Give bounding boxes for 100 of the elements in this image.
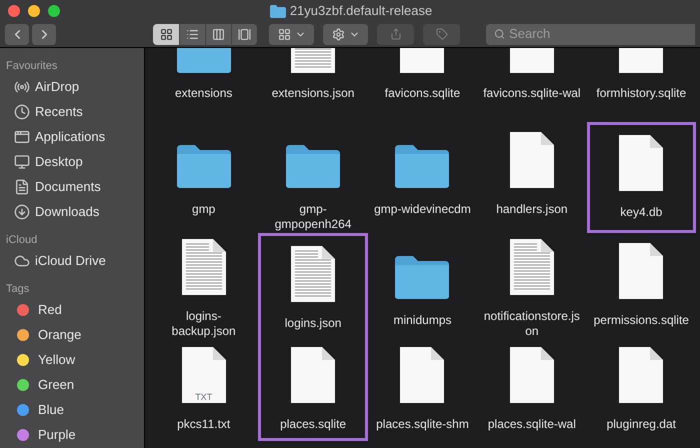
back-button[interactable]: [5, 24, 29, 44]
file-item[interactable]: minidumps: [368, 233, 478, 337]
document-icon: [180, 346, 227, 404]
file-item[interactable]: places.sqlite-shm: [368, 337, 478, 441]
file-name: notificationstore.json: [482, 309, 581, 339]
column-view-button[interactable]: [205, 24, 231, 44]
sidebar-item[interactable]: AirDrop: [6, 74, 138, 99]
grid-icon: [160, 28, 172, 40]
app-window-icon: [14, 128, 30, 144]
file-item[interactable]: key4.db: [586, 122, 696, 233]
forward-button[interactable]: [32, 24, 56, 44]
folder-icon: [393, 254, 452, 300]
sidebar-tag[interactable]: Yellow: [6, 347, 138, 372]
file-name: extensions: [174, 86, 234, 101]
broadcast-icon: [14, 78, 30, 94]
icon-view-button[interactable]: [153, 24, 179, 44]
file-name: logins.json: [284, 316, 342, 331]
file-item[interactable]: places.sqlite-wal: [477, 337, 587, 441]
sidebar-tag[interactable]: Red: [6, 297, 138, 322]
grid-icon: [278, 28, 290, 40]
file-item[interactable]: notificationstore.json: [477, 233, 587, 337]
sidebar-item[interactable]: Applications: [6, 124, 138, 149]
file-name: gmp-widevinecdm: [373, 202, 472, 217]
sidebar-section-title: iCloud: [6, 233, 38, 248]
document-icon: [618, 346, 664, 404]
file-item[interactable]: TXT pkcs11.txt: [149, 337, 258, 441]
cloud-icon: [14, 252, 30, 268]
search-icon: [494, 28, 506, 40]
document-icon: [14, 178, 30, 194]
text-document-icon: [508, 238, 555, 296]
file-item[interactable]: handlers.json: [477, 122, 587, 233]
file-name: permissions.sqlite: [592, 313, 690, 328]
clock-icon: [14, 104, 30, 120]
group-button[interactable]: [269, 24, 314, 44]
text-document-icon: [290, 245, 336, 303]
sidebar-item[interactable]: Downloads: [6, 199, 138, 224]
file-item[interactable]: gmp-widevinecdm: [368, 122, 478, 233]
sidebar-tag[interactable]: Blue: [6, 397, 138, 422]
folder-icon: [284, 143, 342, 189]
sidebar-tag[interactable]: Purple: [6, 422, 138, 447]
text-document-icon: [180, 238, 227, 296]
sidebar-tag[interactable]: Green: [6, 372, 138, 397]
file-item[interactable]: permissions.sqlite: [586, 233, 696, 337]
action-button[interactable]: [323, 24, 368, 44]
gear-icon: [332, 28, 344, 40]
sidebar-item[interactable]: Documents: [6, 174, 138, 199]
document-icon: [508, 131, 555, 189]
close-button[interactable]: [8, 5, 20, 17]
file-name: logins-backup.json: [170, 309, 237, 339]
window-title: 21yu3zbf.default-release: [290, 2, 432, 20]
search-field[interactable]: Search: [486, 24, 695, 44]
file-item[interactable]: favicons.sqlite-wal: [477, 48, 587, 122]
gallery-icon: [238, 28, 251, 40]
sidebar-section-title: Tags: [6, 282, 30, 297]
file-item[interactable]: extensions: [149, 48, 258, 122]
file-name: places.sqlite: [279, 417, 348, 432]
tag-button[interactable]: [423, 24, 460, 44]
sidebar-item[interactable]: Desktop: [6, 149, 138, 174]
file-name: formhistory.sqlite: [595, 86, 688, 101]
zoom-button[interactable]: [48, 5, 60, 17]
document-icon: [618, 134, 664, 192]
file-item[interactable]: formhistory.sqlite: [586, 48, 696, 122]
file-name: pluginreg.dat: [606, 417, 677, 432]
minimize-button[interactable]: [28, 5, 40, 17]
file-name: places.sqlite-wal: [486, 417, 577, 432]
list-view-button[interactable]: [179, 24, 205, 44]
file-item[interactable]: pluginreg.dat: [586, 337, 696, 441]
share-button[interactable]: [377, 24, 414, 44]
folder-icon: [174, 143, 233, 189]
file-item[interactable]: gmp-gmpopenh264: [258, 122, 368, 233]
sidebar-item[interactable]: iCloud Drive: [6, 248, 138, 273]
tag-icon: [436, 28, 448, 40]
document-icon: [290, 346, 336, 404]
file-item[interactable]: logins.json: [258, 233, 368, 337]
file-name: key4.db: [619, 205, 664, 220]
file-name: handlers.json: [495, 202, 569, 217]
list-icon: [186, 28, 199, 40]
document-icon: [618, 242, 664, 300]
document-icon: [508, 346, 555, 404]
share-icon: [390, 28, 402, 40]
search-input[interactable]: Search: [509, 24, 687, 44]
folder-icon: [393, 143, 452, 189]
file-name: pkcs11.txt: [176, 417, 232, 432]
file-name: gmp-gmpopenh264: [274, 202, 352, 232]
sidebar-section-title: Favourites: [6, 59, 58, 74]
file-name: favicons.sqlite-wal: [482, 86, 581, 101]
folder-icon: [270, 4, 286, 18]
gallery-view-button[interactable]: [231, 24, 257, 44]
download-icon: [14, 204, 30, 220]
file-name: favicons.sqlite: [384, 86, 462, 101]
file-name: places.sqlite-shm: [375, 417, 470, 432]
file-name: minidumps: [392, 313, 452, 328]
sidebar-tag[interactable]: Orange: [6, 322, 138, 347]
monitor-icon: [14, 154, 30, 170]
file-item[interactable]: gmp: [149, 122, 258, 233]
file-item[interactable]: favicons.sqlite: [368, 48, 478, 122]
file-item[interactable]: extensions.json: [258, 48, 368, 122]
sidebar-item[interactable]: Recents: [6, 99, 138, 124]
file-item[interactable]: logins-backup.json: [149, 233, 258, 337]
file-item[interactable]: places.sqlite: [258, 337, 368, 441]
